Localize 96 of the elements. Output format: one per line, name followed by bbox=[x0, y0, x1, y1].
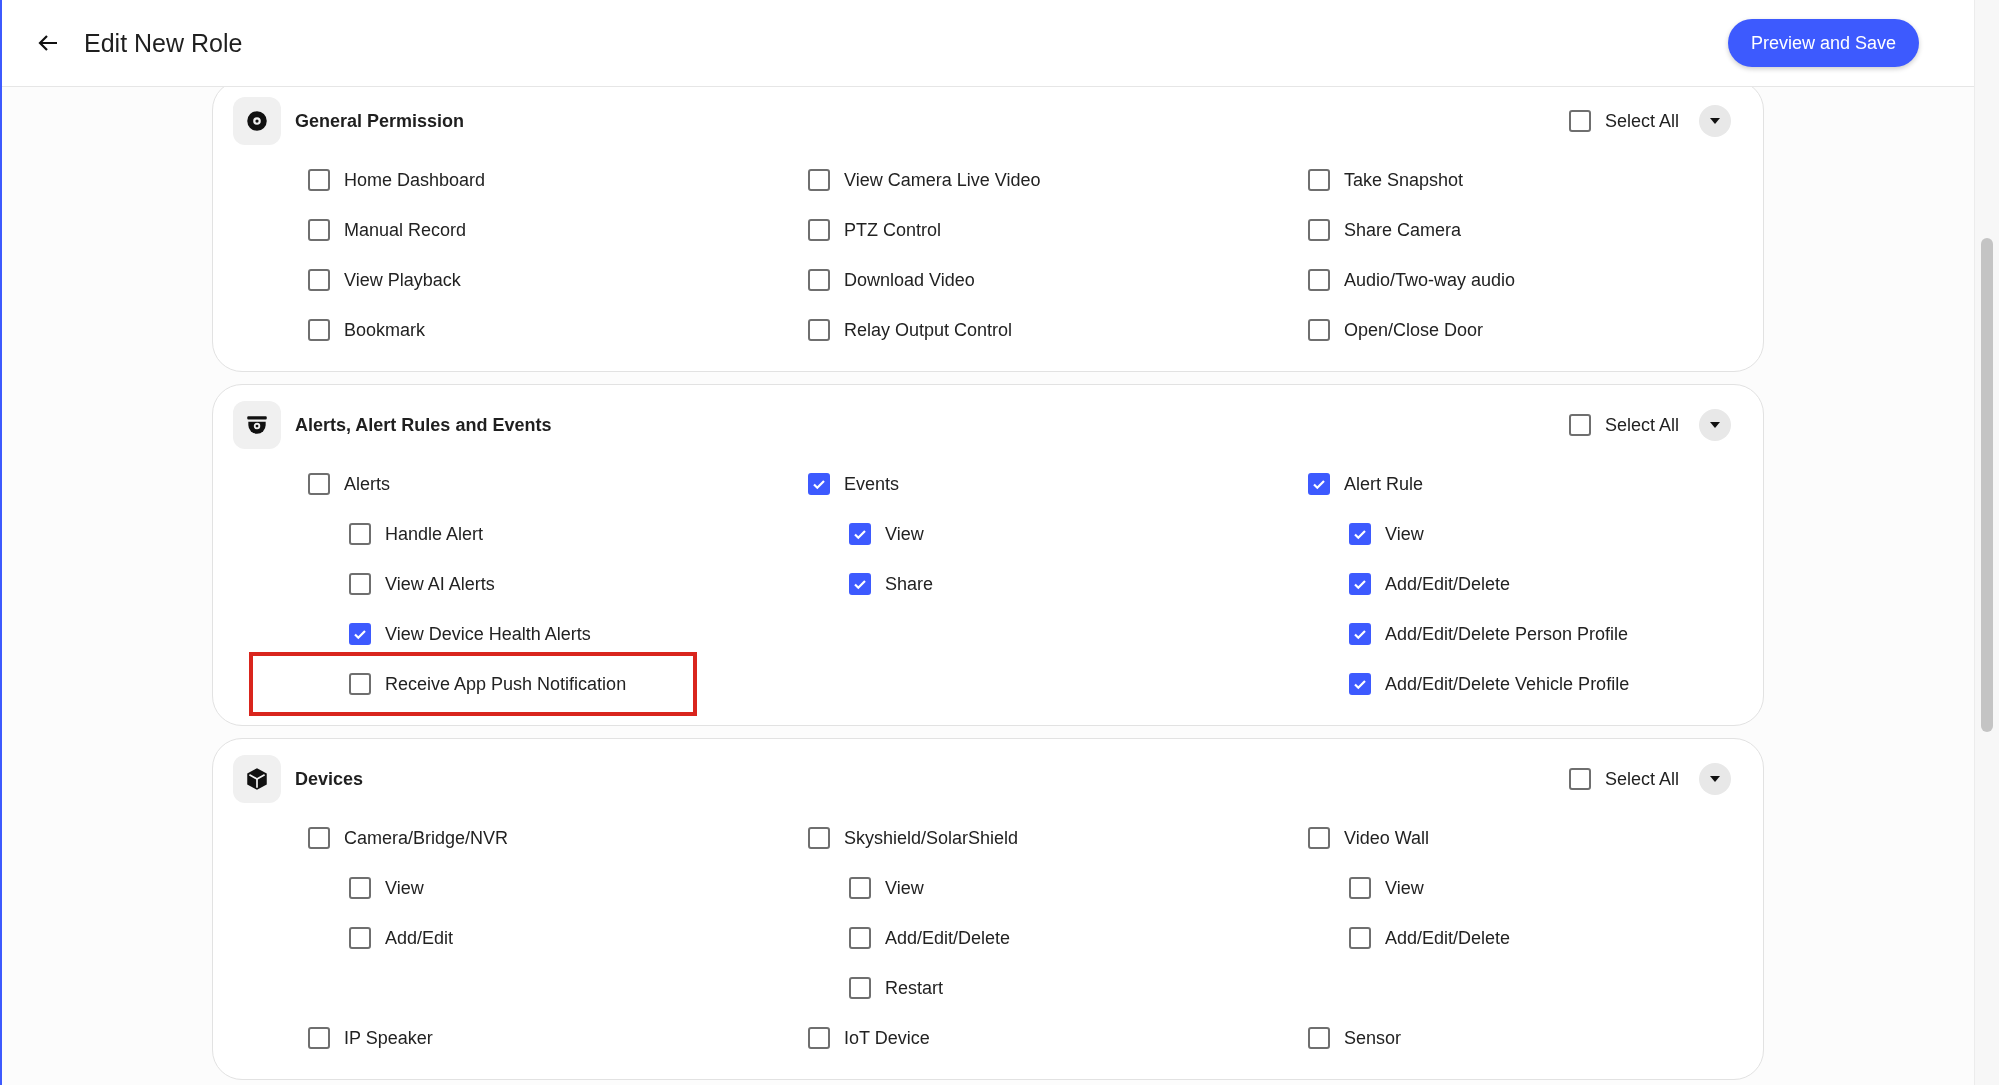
checkbox-label[interactable]: Select All bbox=[1604, 414, 1679, 436]
checkbox-label[interactable]: Home Dashboard bbox=[344, 169, 486, 191]
checkbox[interactable] bbox=[308, 219, 330, 241]
checkbox[interactable] bbox=[308, 319, 330, 341]
checkbox-label[interactable]: Events bbox=[844, 473, 900, 495]
checkbox[interactable] bbox=[349, 623, 371, 645]
checkbox[interactable] bbox=[808, 169, 830, 191]
checkbox[interactable] bbox=[308, 1027, 330, 1049]
checkbox[interactable] bbox=[349, 523, 371, 545]
checkbox-label[interactable]: View Device Health Alerts bbox=[385, 623, 591, 645]
checkbox[interactable] bbox=[308, 473, 330, 495]
checkbox-label[interactable]: Manual Record bbox=[344, 219, 467, 241]
checkbox-label[interactable]: Camera/Bridge/NVR bbox=[344, 827, 509, 849]
section-title: General Permission bbox=[295, 110, 465, 132]
checkbox[interactable] bbox=[1308, 169, 1330, 191]
dropdown-toggle[interactable] bbox=[1699, 763, 1731, 795]
checkbox-label[interactable]: Select All bbox=[1604, 768, 1679, 790]
checkbox[interactable] bbox=[308, 827, 330, 849]
checkbox-label[interactable]: Add/Edit/Delete bbox=[1385, 927, 1511, 949]
checkbox[interactable] bbox=[308, 169, 330, 191]
checkbox-label[interactable]: Sensor bbox=[1344, 1027, 1402, 1049]
checkbox[interactable] bbox=[1568, 110, 1591, 132]
checkbox[interactable] bbox=[308, 269, 330, 291]
checkbox[interactable] bbox=[849, 877, 871, 899]
checkbox-label[interactable]: View bbox=[885, 523, 924, 545]
checkbox-label[interactable]: Skyshield/SolarShield bbox=[844, 827, 1019, 849]
cube-icon bbox=[233, 755, 281, 803]
section-title: Devices bbox=[295, 768, 364, 790]
checkbox[interactable] bbox=[1308, 219, 1330, 241]
checkbox[interactable] bbox=[1308, 319, 1330, 341]
preview-and-save-button[interactable]: Preview and Save bbox=[1727, 19, 1919, 67]
checkbox[interactable] bbox=[849, 573, 871, 595]
checkbox-label[interactable]: IP Speaker bbox=[344, 1027, 433, 1049]
checkbox-label[interactable]: Add/Edit bbox=[385, 927, 454, 949]
checkbox-label[interactable]: View Playback bbox=[344, 269, 461, 291]
checkbox-label[interactable]: Add/Edit/Delete bbox=[1385, 573, 1511, 595]
checkbox-label[interactable]: View Camera Live Video bbox=[844, 169, 1041, 191]
checkbox[interactable] bbox=[808, 473, 830, 495]
checkbox[interactable] bbox=[808, 319, 830, 341]
checkbox[interactable] bbox=[1349, 927, 1371, 949]
checkbox-label[interactable]: Download Video bbox=[844, 269, 975, 291]
checkbox[interactable] bbox=[1349, 623, 1371, 645]
page-title: Edit New Role bbox=[84, 28, 243, 58]
checkbox[interactable] bbox=[808, 1027, 830, 1049]
caret-icon bbox=[1709, 421, 1721, 429]
checkbox-label[interactable]: Select All bbox=[1604, 110, 1679, 132]
checkbox-label[interactable]: Share Camera bbox=[1344, 219, 1462, 241]
checkbox-label[interactable]: Share bbox=[885, 573, 934, 595]
dropdown-toggle[interactable] bbox=[1699, 409, 1731, 441]
checkbox[interactable] bbox=[1308, 827, 1330, 849]
checkbox[interactable] bbox=[808, 827, 830, 849]
caret-icon bbox=[1709, 117, 1721, 125]
dome-camera-icon bbox=[233, 401, 281, 449]
checkbox-label[interactable]: PTZ Control bbox=[844, 219, 942, 241]
checkbox-label[interactable]: Audio/Two-way audio bbox=[1344, 269, 1516, 291]
checkbox[interactable] bbox=[1308, 473, 1330, 495]
checkbox-label[interactable]: IoT Device bbox=[844, 1027, 930, 1049]
checkbox[interactable] bbox=[808, 219, 830, 241]
checkbox-label[interactable]: Open/Close Door bbox=[1344, 319, 1484, 341]
checkbox[interactable] bbox=[1349, 573, 1371, 595]
checkbox-label[interactable]: Restart bbox=[885, 977, 944, 999]
checkbox-label[interactable]: Add/Edit/Delete bbox=[885, 927, 1011, 949]
checkbox-label[interactable]: Handle Alert bbox=[385, 523, 484, 545]
checkbox[interactable] bbox=[349, 673, 371, 695]
checkbox[interactable] bbox=[1349, 877, 1371, 899]
checkbox[interactable] bbox=[349, 877, 371, 899]
checkbox[interactable] bbox=[849, 927, 871, 949]
checkbox[interactable] bbox=[349, 573, 371, 595]
checkbox-label[interactable]: Receive App Push Notification bbox=[385, 673, 627, 695]
checkbox[interactable] bbox=[808, 269, 830, 291]
dropdown-toggle[interactable] bbox=[1699, 105, 1731, 137]
checkbox-label[interactable]: View bbox=[885, 877, 924, 899]
checkbox[interactable] bbox=[1568, 414, 1591, 436]
checkbox[interactable] bbox=[1308, 1027, 1330, 1049]
checkbox-label[interactable]: View bbox=[1385, 877, 1424, 899]
checkbox-label[interactable]: Add/Edit/Delete Person Profile bbox=[1385, 623, 1629, 645]
checkbox-label[interactable]: Add/Edit/Delete Vehicle Profile bbox=[1385, 673, 1630, 695]
checkbox[interactable] bbox=[1349, 673, 1371, 695]
checkbox[interactable] bbox=[849, 977, 871, 999]
checkbox-label[interactable]: View AI Alerts bbox=[385, 573, 495, 595]
checkbox[interactable] bbox=[1568, 768, 1591, 790]
checkbox-label[interactable]: Relay Output Control bbox=[844, 319, 1013, 341]
checkbox-label[interactable]: Alerts bbox=[344, 473, 390, 495]
section-title: Alerts, Alert Rules and Events bbox=[295, 414, 552, 436]
checkbox[interactable] bbox=[1308, 269, 1330, 291]
checkbox[interactable] bbox=[1349, 523, 1371, 545]
caret-icon bbox=[1709, 775, 1721, 783]
checkbox-label[interactable]: Alert Rule bbox=[1344, 473, 1424, 495]
checkbox-label[interactable]: Video Wall bbox=[1344, 827, 1430, 849]
checkbox[interactable] bbox=[849, 523, 871, 545]
checkbox-label[interactable]: Take Snapshot bbox=[1344, 169, 1464, 191]
checkbox-label[interactable]: View bbox=[1385, 523, 1424, 545]
checkbox-label[interactable]: View bbox=[385, 877, 424, 899]
scrollbar-thumb[interactable] bbox=[1981, 238, 1993, 732]
checkbox-label[interactable]: Bookmark bbox=[344, 319, 426, 341]
checkbox[interactable] bbox=[349, 927, 371, 949]
